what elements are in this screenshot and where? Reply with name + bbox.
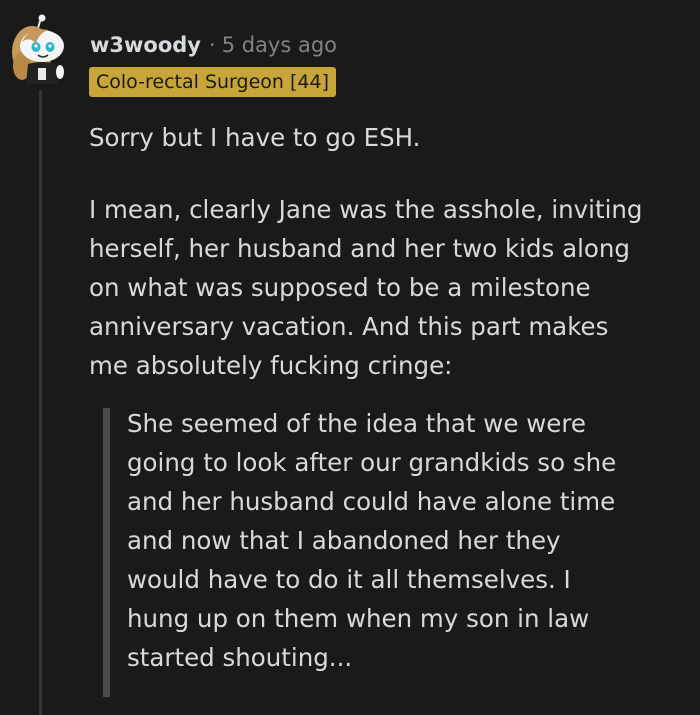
quote-line: She seemed of the idea that we were [127, 409, 586, 438]
quote-line: started shouting... [127, 643, 353, 672]
meta-separator: · [209, 33, 216, 57]
author-username[interactable]: w3woody [90, 33, 201, 57]
thread-line[interactable] [39, 90, 42, 715]
snoo-avatar-icon [12, 14, 64, 84]
comment-timestamp[interactable]: 5 days ago [222, 33, 337, 57]
comment-paragraph: Sorry but I have to go ESH. [89, 123, 421, 152]
quote-line: hung up on them when my son in law [127, 604, 590, 633]
blockquote-text: She seemed of the idea that we were goin… [127, 404, 616, 677]
comment-body: Sorry but I have to go ESH. I mean, clea… [89, 118, 689, 385]
text-line: anniversary vacation. And this part make… [89, 312, 609, 341]
text-line: me absolutely fucking cringe: [89, 351, 453, 380]
quote-line: going to look after our grandkids so she [127, 448, 617, 477]
comment-paragraph: I mean, clearly Jane was the asshole, in… [89, 190, 689, 385]
quote-line: would have to do it all themselves. I [127, 565, 571, 594]
quote-line: and her husband could have alone time [127, 487, 616, 516]
text-line: on what was supposed to be a milestone [89, 273, 591, 302]
user-avatar[interactable] [8, 14, 70, 84]
text-line: I mean, clearly Jane was the asshole, in… [89, 195, 643, 224]
comment-header: w3woody · 5 days ago [90, 30, 337, 60]
quote-line: and now that I abandoned her they [127, 526, 561, 555]
user-flair: Colo-rectal Surgeon [44] [89, 67, 336, 97]
blockquote-bar [103, 408, 110, 697]
text-line: herself, her husband and her two kids al… [89, 234, 630, 263]
